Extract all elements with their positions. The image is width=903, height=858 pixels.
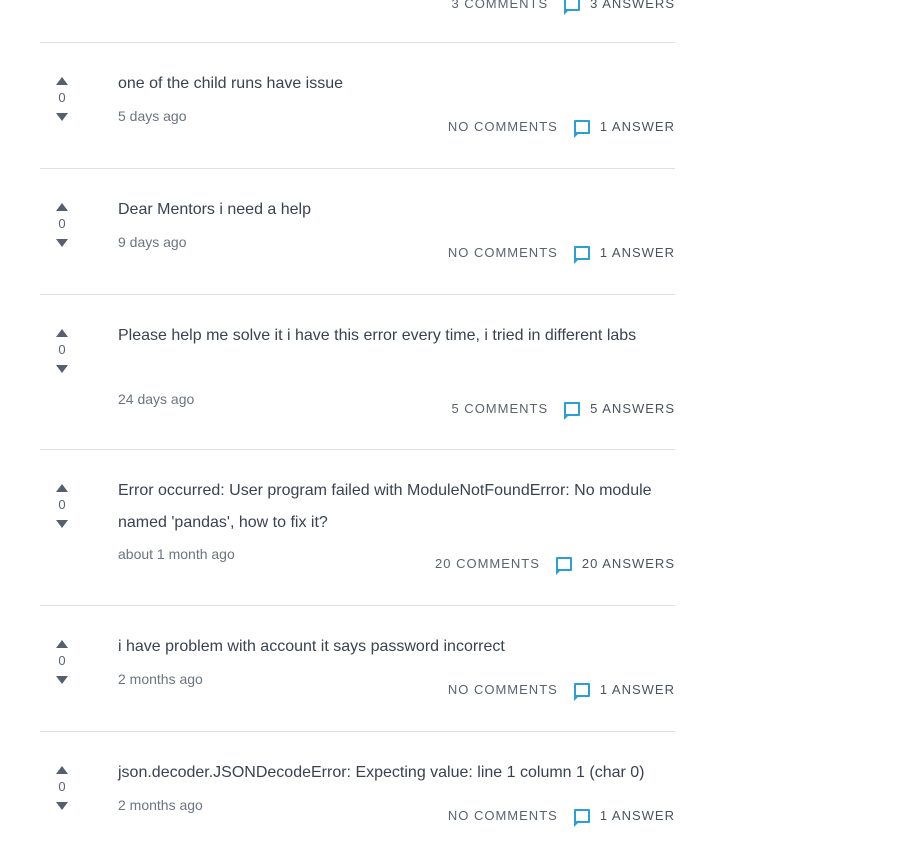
- question-title[interactable]: one of the child runs have issue: [118, 68, 678, 100]
- question-title[interactable]: Please help me solve it i have this erro…: [118, 320, 678, 352]
- vote-control: 0: [50, 77, 74, 121]
- question-item: 0 3 COMMENTS 3 ANSWERS: [40, 0, 675, 43]
- downvote-arrow-icon[interactable]: [56, 802, 68, 810]
- downvote-arrow-icon[interactable]: [56, 365, 68, 373]
- comment-bubble-icon: [564, 0, 581, 15]
- comments-link[interactable]: 5 COMMENTS: [451, 401, 548, 416]
- downvote-arrow-icon[interactable]: [56, 239, 68, 247]
- question-timestamp: 24 days ago: [118, 391, 195, 407]
- comments-link[interactable]: NO COMMENTS: [448, 808, 558, 823]
- question-timestamp: 2 months ago: [118, 797, 203, 813]
- upvote-arrow-icon[interactable]: [56, 766, 68, 774]
- question-meta: 5 COMMENTS 5 ANSWERS: [451, 401, 675, 420]
- vote-count: 0: [58, 342, 66, 357]
- comments-link[interactable]: NO COMMENTS: [448, 119, 558, 134]
- answers-link[interactable]: 1 ANSWER: [600, 682, 675, 697]
- question-meta: 3 COMMENTS 3 ANSWERS: [451, 0, 675, 15]
- vote-control: 0: [50, 203, 74, 247]
- question-timestamp: 9 days ago: [118, 234, 187, 250]
- question-title[interactable]: Dear Mentors i need a help: [118, 194, 678, 226]
- question-item: 0 json.decoder.JSONDecodeError: Expectin…: [40, 732, 675, 858]
- vote-count: 0: [58, 90, 66, 105]
- downvote-arrow-icon[interactable]: [56, 520, 68, 528]
- question-meta: NO COMMENTS 1 ANSWER: [448, 808, 675, 827]
- question-timestamp: 5 days ago: [118, 108, 187, 124]
- question-meta: NO COMMENTS 1 ANSWER: [448, 682, 675, 701]
- question-item: 0 Dear Mentors i need a help 9 days ago …: [40, 169, 675, 295]
- vote-control: 0: [50, 484, 74, 528]
- question-item: 0 Please help me solve it i have this er…: [40, 295, 675, 450]
- downvote-arrow-icon[interactable]: [56, 676, 68, 684]
- vote-control: 0: [50, 329, 74, 373]
- question-meta: NO COMMENTS 1 ANSWER: [448, 245, 675, 264]
- comments-link[interactable]: 20 COMMENTS: [435, 556, 540, 571]
- comments-link[interactable]: NO COMMENTS: [448, 245, 558, 260]
- question-title[interactable]: i have problem with account it says pass…: [118, 631, 678, 663]
- question-item: 0 i have problem with account it says pa…: [40, 606, 675, 732]
- answers-link[interactable]: 3 ANSWERS: [590, 0, 675, 11]
- question-item: 0 Error occurred: User program failed wi…: [40, 450, 675, 606]
- question-title[interactable]: Error occurred: User program failed with…: [118, 475, 678, 539]
- comment-bubble-icon: [555, 556, 572, 575]
- question-list: 0 3 COMMENTS 3 ANSWERS 0 one of the chil…: [40, 0, 675, 858]
- comment-bubble-icon: [573, 808, 590, 827]
- vote-count: 0: [58, 216, 66, 231]
- question-timestamp: about 1 month ago: [118, 546, 235, 562]
- answers-link[interactable]: 1 ANSWER: [600, 245, 675, 260]
- vote-control: 0: [50, 640, 74, 684]
- downvote-arrow-icon[interactable]: [56, 113, 68, 121]
- upvote-arrow-icon[interactable]: [56, 329, 68, 337]
- question-timestamp: 2 months ago: [118, 671, 203, 687]
- upvote-arrow-icon[interactable]: [56, 203, 68, 211]
- comment-bubble-icon: [564, 401, 581, 420]
- comment-bubble-icon: [573, 245, 590, 264]
- vote-count: 0: [58, 653, 66, 668]
- upvote-arrow-icon[interactable]: [56, 640, 68, 648]
- vote-count: 0: [58, 497, 66, 512]
- upvote-arrow-icon[interactable]: [56, 484, 68, 492]
- question-title[interactable]: json.decoder.JSONDecodeError: Expecting …: [118, 757, 678, 789]
- comment-bubble-icon: [573, 682, 590, 701]
- answers-link[interactable]: 1 ANSWER: [600, 808, 675, 823]
- answers-link[interactable]: 20 ANSWERS: [582, 556, 675, 571]
- upvote-arrow-icon[interactable]: [56, 77, 68, 85]
- vote-control: 0: [50, 766, 74, 810]
- vote-count: 0: [58, 779, 66, 794]
- comment-bubble-icon: [573, 119, 590, 138]
- question-item: 0 one of the child runs have issue 5 day…: [40, 43, 675, 169]
- comments-link[interactable]: 3 COMMENTS: [451, 0, 548, 11]
- answers-link[interactable]: 1 ANSWER: [600, 119, 675, 134]
- question-meta: NO COMMENTS 1 ANSWER: [448, 119, 675, 138]
- comments-link[interactable]: NO COMMENTS: [448, 682, 558, 697]
- answers-link[interactable]: 5 ANSWERS: [590, 401, 675, 416]
- question-meta: 20 COMMENTS 20 ANSWERS: [435, 556, 675, 575]
